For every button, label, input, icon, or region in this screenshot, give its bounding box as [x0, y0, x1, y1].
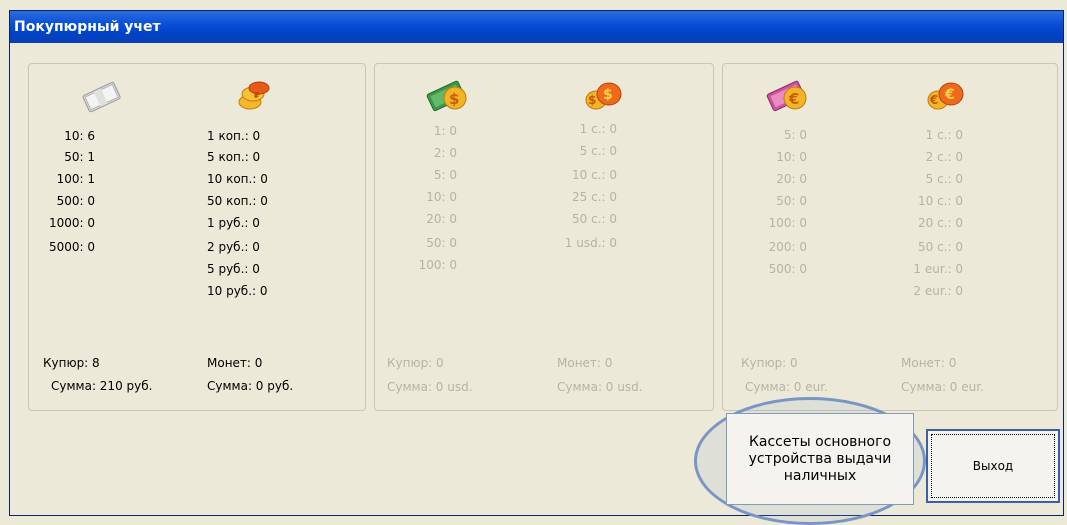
eur-notes-sum: Сумма: 0 eur. — [745, 380, 828, 394]
rub-coin-1rub: 1 руб.: 0 — [207, 216, 260, 230]
eur-coin-20c: 20 c.: 0 — [918, 216, 963, 230]
svg-text:$: $ — [603, 87, 613, 103]
rub-note-5000: 5000: 0 — [48, 240, 95, 254]
usd-notes-count: Купюр: 0 — [387, 356, 444, 370]
eur-coin-10c: 10 c.: 0 — [918, 194, 963, 208]
usd-note-10: 10: 0 — [426, 190, 457, 204]
rub-coins-count: Монет: 0 — [207, 356, 263, 370]
eur-coin-1c: 1 c.: 0 — [925, 128, 963, 142]
usd-panel: $ $ $ 1: 0 2: 0 5: 0 10: 0 20: 0 50: 0 1… — [374, 63, 714, 411]
eur-note-100: 100: 0 — [768, 216, 807, 230]
eur-coins-sum: Сумма: 0 eur. — [901, 380, 984, 394]
eur-coin-1eur: 1 eur.: 0 — [913, 262, 963, 276]
rub-panel: ₽ 10: 6 50: 1 100: 1 500: 0 1000: 0 5000… — [28, 63, 366, 411]
rub-coin-5kop: 5 коп.: 0 — [207, 150, 261, 164]
usd-coin-10c: 10 c.: 0 — [572, 168, 617, 182]
rub-coin-10kop: 10 коп.: 0 — [207, 172, 268, 186]
usd-banknotes-icon: $ — [426, 80, 467, 112]
rub-coin-2rub: 2 руб.: 0 — [207, 240, 260, 254]
rub-note-500: 500: 0 — [56, 194, 95, 208]
eur-coin-5c: 5 c.: 0 — [925, 172, 963, 186]
usd-note-5: 5: 0 — [433, 168, 457, 182]
rub-note-1000: 1000: 0 — [48, 216, 95, 230]
usd-coin-25c: 25 c.: 0 — [572, 190, 617, 204]
cassettes-button[interactable]: Кассеты основного устройства выдачи нали… — [726, 413, 914, 505]
usd-coins-icon: $ $ — [585, 82, 622, 110]
rub-notes-count: Купюр: 8 — [43, 356, 100, 370]
eur-note-200: 200: 0 — [768, 240, 807, 254]
usd-coins-sum: Сумма: 0 usd. — [557, 380, 643, 394]
cassettes-button-label: Кассеты основного устройства выдачи нали… — [748, 433, 892, 484]
cash-accounting-window: Покупюрный учет ₽ 10: 6 50: 1 100: 1 500… — [9, 10, 1064, 525]
rub-note-50: 50: 1 — [64, 150, 95, 164]
eur-coins-count: Монет: 0 — [901, 356, 957, 370]
eur-note-10: 10: 0 — [776, 150, 807, 164]
eur-coin-2c: 2 c.: 0 — [925, 150, 963, 164]
svg-text:€: € — [929, 93, 938, 107]
eur-note-20: 20: 0 — [776, 172, 807, 186]
eur-coin-2eur: 2 eur.: 0 — [913, 284, 963, 298]
rub-coin-10rub: 10 руб.: 0 — [207, 284, 268, 298]
eur-coins-icon: € € — [927, 82, 964, 110]
usd-note-100: 100: 0 — [418, 258, 457, 272]
eur-notes-count: Купюр: 0 — [741, 356, 798, 370]
window-title: Покупюрный учет — [10, 11, 1063, 43]
usd-coins-count: Монет: 0 — [557, 356, 613, 370]
usd-coin-50c: 50 c.: 0 — [572, 212, 617, 226]
svg-text:€: € — [944, 87, 955, 103]
usd-note-2: 2: 0 — [433, 146, 457, 160]
eur-coin-50c: 50 c.: 0 — [918, 240, 963, 254]
rub-coin-50kop: 50 коп.: 0 — [207, 194, 268, 208]
eur-note-5: 5: 0 — [783, 128, 807, 142]
eur-panel: € € € 5: 0 10: 0 20: 0 50: 0 100: 0 200:… — [722, 63, 1058, 411]
exit-button-label: Выход — [972, 459, 1014, 473]
usd-note-50: 50: 0 — [426, 236, 457, 250]
rub-banknotes-icon — [82, 81, 121, 113]
svg-text:$: $ — [449, 90, 459, 108]
rub-coins-icon: ₽ — [238, 81, 270, 110]
rub-note-100: 100: 1 — [56, 172, 95, 186]
rub-note-10: 10: 6 — [64, 129, 95, 143]
rub-notes-sum: Сумма: 210 руб. — [51, 379, 153, 393]
usd-coin-1usd: 1 usd.: 0 — [564, 236, 617, 250]
usd-coin-5c: 5 c.: 0 — [579, 144, 617, 158]
usd-note-20: 20: 0 — [426, 212, 457, 226]
rub-coin-5rub: 5 руб.: 0 — [207, 262, 260, 276]
rub-coin-1kop: 1 коп.: 0 — [207, 129, 261, 143]
svg-text:₽: ₽ — [254, 91, 260, 100]
eur-banknotes-icon: € — [766, 80, 807, 112]
eur-note-500: 500: 0 — [768, 262, 807, 276]
svg-text:$: $ — [588, 93, 596, 107]
usd-coin-1c: 1 c.: 0 — [579, 122, 617, 136]
usd-note-1: 1: 0 — [433, 124, 457, 138]
svg-text:€: € — [788, 90, 799, 108]
exit-button[interactable]: Выход — [926, 429, 1060, 503]
rub-coins-sum: Сумма: 0 руб. — [207, 379, 294, 393]
usd-notes-sum: Сумма: 0 usd. — [387, 380, 473, 394]
eur-note-50: 50: 0 — [776, 194, 807, 208]
